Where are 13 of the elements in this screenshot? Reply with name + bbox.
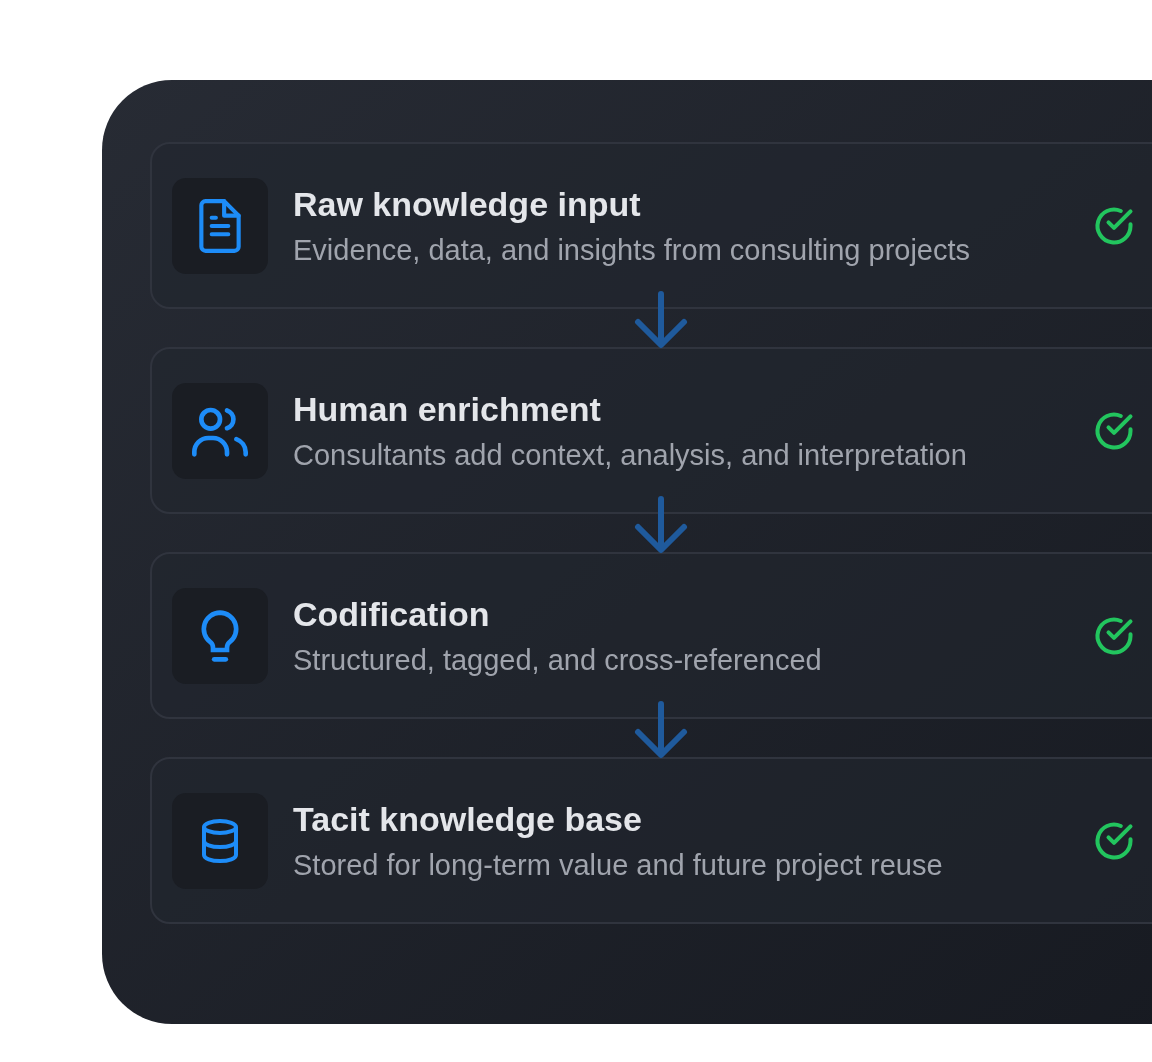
step-title: Codification (293, 594, 491, 636)
step-description: Evidence, data, and insights from consulting projects (293, 232, 972, 268)
step-title: Tacit knowledge base (293, 799, 643, 841)
step-description: Structured, tagged, and cross-referenced (293, 642, 823, 678)
down-arrow-icon (634, 291, 688, 349)
step-description: Stored for long-term value and future project reuse (293, 847, 944, 883)
step-title: Raw knowledge input (293, 184, 642, 226)
step-description: Consultants add context, analysis, and interpretation (293, 437, 968, 473)
down-arrow-icon (634, 701, 688, 759)
lightbulb-icon (199, 607, 241, 664)
step-title: Human enrichment (293, 389, 602, 431)
down-arrow-icon (634, 496, 688, 554)
database-icon (199, 816, 241, 865)
